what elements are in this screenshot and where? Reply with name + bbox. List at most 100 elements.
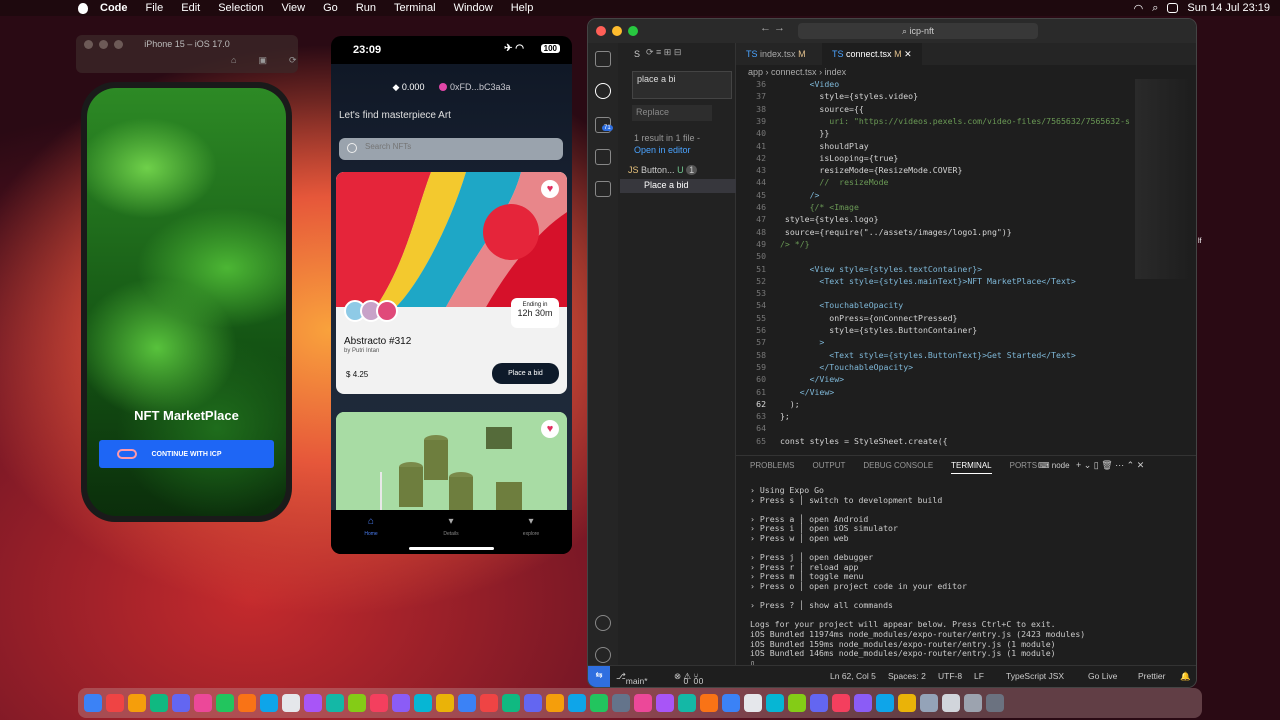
dock-app-icon[interactable] bbox=[656, 694, 674, 712]
panel-actions[interactable]: + ⌄ ▯ 🗑 ⋯ ⌃ ✕ bbox=[1076, 460, 1144, 471]
tab-terminal[interactable]: TERMINAL bbox=[951, 461, 992, 474]
dock-app-icon[interactable] bbox=[634, 694, 652, 712]
dock-app-icon[interactable] bbox=[898, 694, 916, 712]
code-line[interactable]: <Text style={styles.mainText}>NFT Market… bbox=[780, 276, 1075, 286]
dock-app-icon[interactable] bbox=[260, 694, 278, 712]
rotate-icon[interactable]: ⟳ bbox=[289, 55, 297, 66]
encoding[interactable]: UTF-8 bbox=[938, 671, 962, 681]
indentation[interactable]: Spaces: 2 bbox=[888, 671, 926, 681]
dock-app-icon[interactable] bbox=[942, 694, 960, 712]
dock-app-icon[interactable] bbox=[546, 694, 564, 712]
search-bar[interactable] bbox=[339, 138, 563, 160]
code-line[interactable]: </TouchableOpacity> bbox=[780, 362, 913, 372]
dock-app-icon[interactable] bbox=[920, 694, 938, 712]
code-line[interactable]: style={styles.video} bbox=[780, 91, 918, 101]
tab-problems[interactable]: PROBLEMS bbox=[750, 461, 794, 474]
favorite-heart-icon[interactable]: ♥ bbox=[541, 180, 559, 198]
problems-count[interactable]: ⊗ 0 ⚠ 0 ⑂ 0 bbox=[674, 671, 703, 686]
code-line[interactable]: <View style={styles.textContainer}> bbox=[780, 264, 983, 274]
dock-app-icon[interactable] bbox=[326, 694, 344, 712]
dock-app-icon[interactable] bbox=[502, 694, 520, 712]
code-line[interactable]: source={require("../assets/images/logo1.… bbox=[780, 227, 1012, 237]
menu-run[interactable]: Run bbox=[356, 2, 376, 14]
app-menu[interactable]: Code bbox=[100, 2, 128, 14]
dock-app-icon[interactable] bbox=[766, 694, 784, 712]
code-line[interactable]: /> bbox=[780, 190, 820, 200]
wallet-address[interactable]: 0xFD...bC3a3a bbox=[450, 82, 511, 92]
dock-app-icon[interactable] bbox=[150, 694, 168, 712]
menu-go[interactable]: Go bbox=[323, 2, 338, 14]
dock-app-icon[interactable] bbox=[436, 694, 454, 712]
line-ending[interactable]: LF bbox=[974, 671, 984, 681]
language-mode[interactable]: TypeScript JSX bbox=[1006, 671, 1064, 681]
dock-app-icon[interactable] bbox=[194, 694, 212, 712]
nft-card[interactable]: ♥ bbox=[336, 412, 567, 522]
dock-app-icon[interactable] bbox=[238, 694, 256, 712]
screenshot-icon[interactable]: ▣ bbox=[258, 55, 267, 66]
dock-app-icon[interactable] bbox=[414, 694, 432, 712]
dock-app-icon[interactable] bbox=[480, 694, 498, 712]
tab-index-tsx[interactable]: TS index.tsx M bbox=[736, 43, 822, 65]
tab-connect-tsx[interactable]: TS connect.tsx M ✕ bbox=[822, 43, 922, 65]
dock-app-icon[interactable] bbox=[678, 694, 696, 712]
tab-ports[interactable]: PORTS bbox=[1010, 461, 1037, 474]
place-bid-button[interactable]: Place a bid bbox=[492, 363, 559, 384]
code-editor[interactable]: 36 <Video 37 style={styles.video} 38 sourc… bbox=[736, 79, 1134, 455]
home-icon[interactable]: ⌂ bbox=[231, 55, 236, 66]
dock-app-icon[interactable] bbox=[524, 694, 542, 712]
control-center-icon[interactable] bbox=[1167, 3, 1179, 13]
terminal-output[interactable]: › Using Expo Go › Press s │ switch to de… bbox=[750, 485, 1085, 668]
dock-app-icon[interactable] bbox=[172, 694, 190, 712]
dock-app-icon[interactable] bbox=[612, 694, 630, 712]
search-icon[interactable]: ⌕ bbox=[1152, 2, 1158, 15]
code-line[interactable]: style={styles.logo} bbox=[780, 214, 879, 224]
dock-app-icon[interactable] bbox=[964, 694, 982, 712]
cursor-position[interactable]: Ln 62, Col 5 bbox=[830, 671, 876, 681]
prettier[interactable]: Prettier bbox=[1138, 671, 1165, 681]
account-icon[interactable] bbox=[595, 615, 611, 631]
remote-icon[interactable]: ⇆ bbox=[588, 666, 610, 687]
terminal-shell[interactable]: ⌨ node bbox=[1038, 461, 1070, 470]
code-line[interactable]: /> */} bbox=[780, 239, 810, 249]
go-live[interactable]: Go Live bbox=[1088, 671, 1117, 681]
search-icon[interactable] bbox=[595, 83, 611, 99]
command-center[interactable]: ⌕ icp-nft bbox=[798, 23, 1038, 39]
code-line[interactable]: uri: "https://videos.pexels.com/video-fi… bbox=[780, 116, 1130, 126]
code-line[interactable]: onPress={onConnectPressed} bbox=[780, 313, 957, 323]
wifi-icon[interactable]: ◠ bbox=[1134, 2, 1144, 15]
search-input[interactable] bbox=[365, 142, 545, 151]
code-line[interactable]: isLooping={true} bbox=[780, 153, 898, 163]
dock-app-icon[interactable] bbox=[370, 694, 388, 712]
zoom-button[interactable] bbox=[628, 26, 638, 36]
tab-output[interactable]: OUTPUT bbox=[812, 461, 845, 474]
dock-app-icon[interactable] bbox=[216, 694, 234, 712]
tab-details[interactable]: ▾ Details bbox=[421, 516, 481, 537]
dock-app-icon[interactable] bbox=[348, 694, 366, 712]
dock-app-icon[interactable] bbox=[854, 694, 872, 712]
favorite-heart-icon[interactable]: ♥ bbox=[541, 420, 559, 438]
code-line[interactable]: // resizeMode bbox=[780, 177, 888, 187]
nft-card[interactable]: ♥ Ending in 12h 30m Abstracto #312 by Pu… bbox=[336, 172, 567, 394]
minimap[interactable] bbox=[1135, 79, 1191, 279]
continue-with-icp-button[interactable]: CONTINUE WITH ICP bbox=[99, 440, 274, 468]
dock-app-icon[interactable] bbox=[392, 694, 410, 712]
menu-file[interactable]: File bbox=[146, 2, 164, 14]
menu-view[interactable]: View bbox=[281, 2, 305, 14]
code-line[interactable]: const styles = StyleSheet.create({ bbox=[780, 436, 948, 446]
crumb-symbol[interactable]: index bbox=[825, 67, 847, 77]
branch[interactable]: ⎇ main* bbox=[616, 671, 648, 686]
dock-app-icon[interactable] bbox=[986, 694, 1004, 712]
code-line[interactable]: source={{ bbox=[780, 104, 863, 114]
nav-arrows[interactable]: ← → bbox=[760, 22, 785, 34]
minimize-button[interactable] bbox=[612, 26, 622, 36]
dock-app-icon[interactable] bbox=[788, 694, 806, 712]
apple-menu-icon[interactable] bbox=[78, 2, 88, 14]
dock-app-icon[interactable] bbox=[568, 694, 586, 712]
dock-app-icon[interactable] bbox=[722, 694, 740, 712]
dock-app-icon[interactable] bbox=[304, 694, 322, 712]
menu-selection[interactable]: Selection bbox=[218, 2, 263, 14]
menu-help[interactable]: Help bbox=[511, 2, 534, 14]
menu-window[interactable]: Window bbox=[454, 2, 493, 14]
search-input[interactable]: place a bi bbox=[632, 71, 732, 99]
dock-app-icon[interactable] bbox=[106, 694, 124, 712]
